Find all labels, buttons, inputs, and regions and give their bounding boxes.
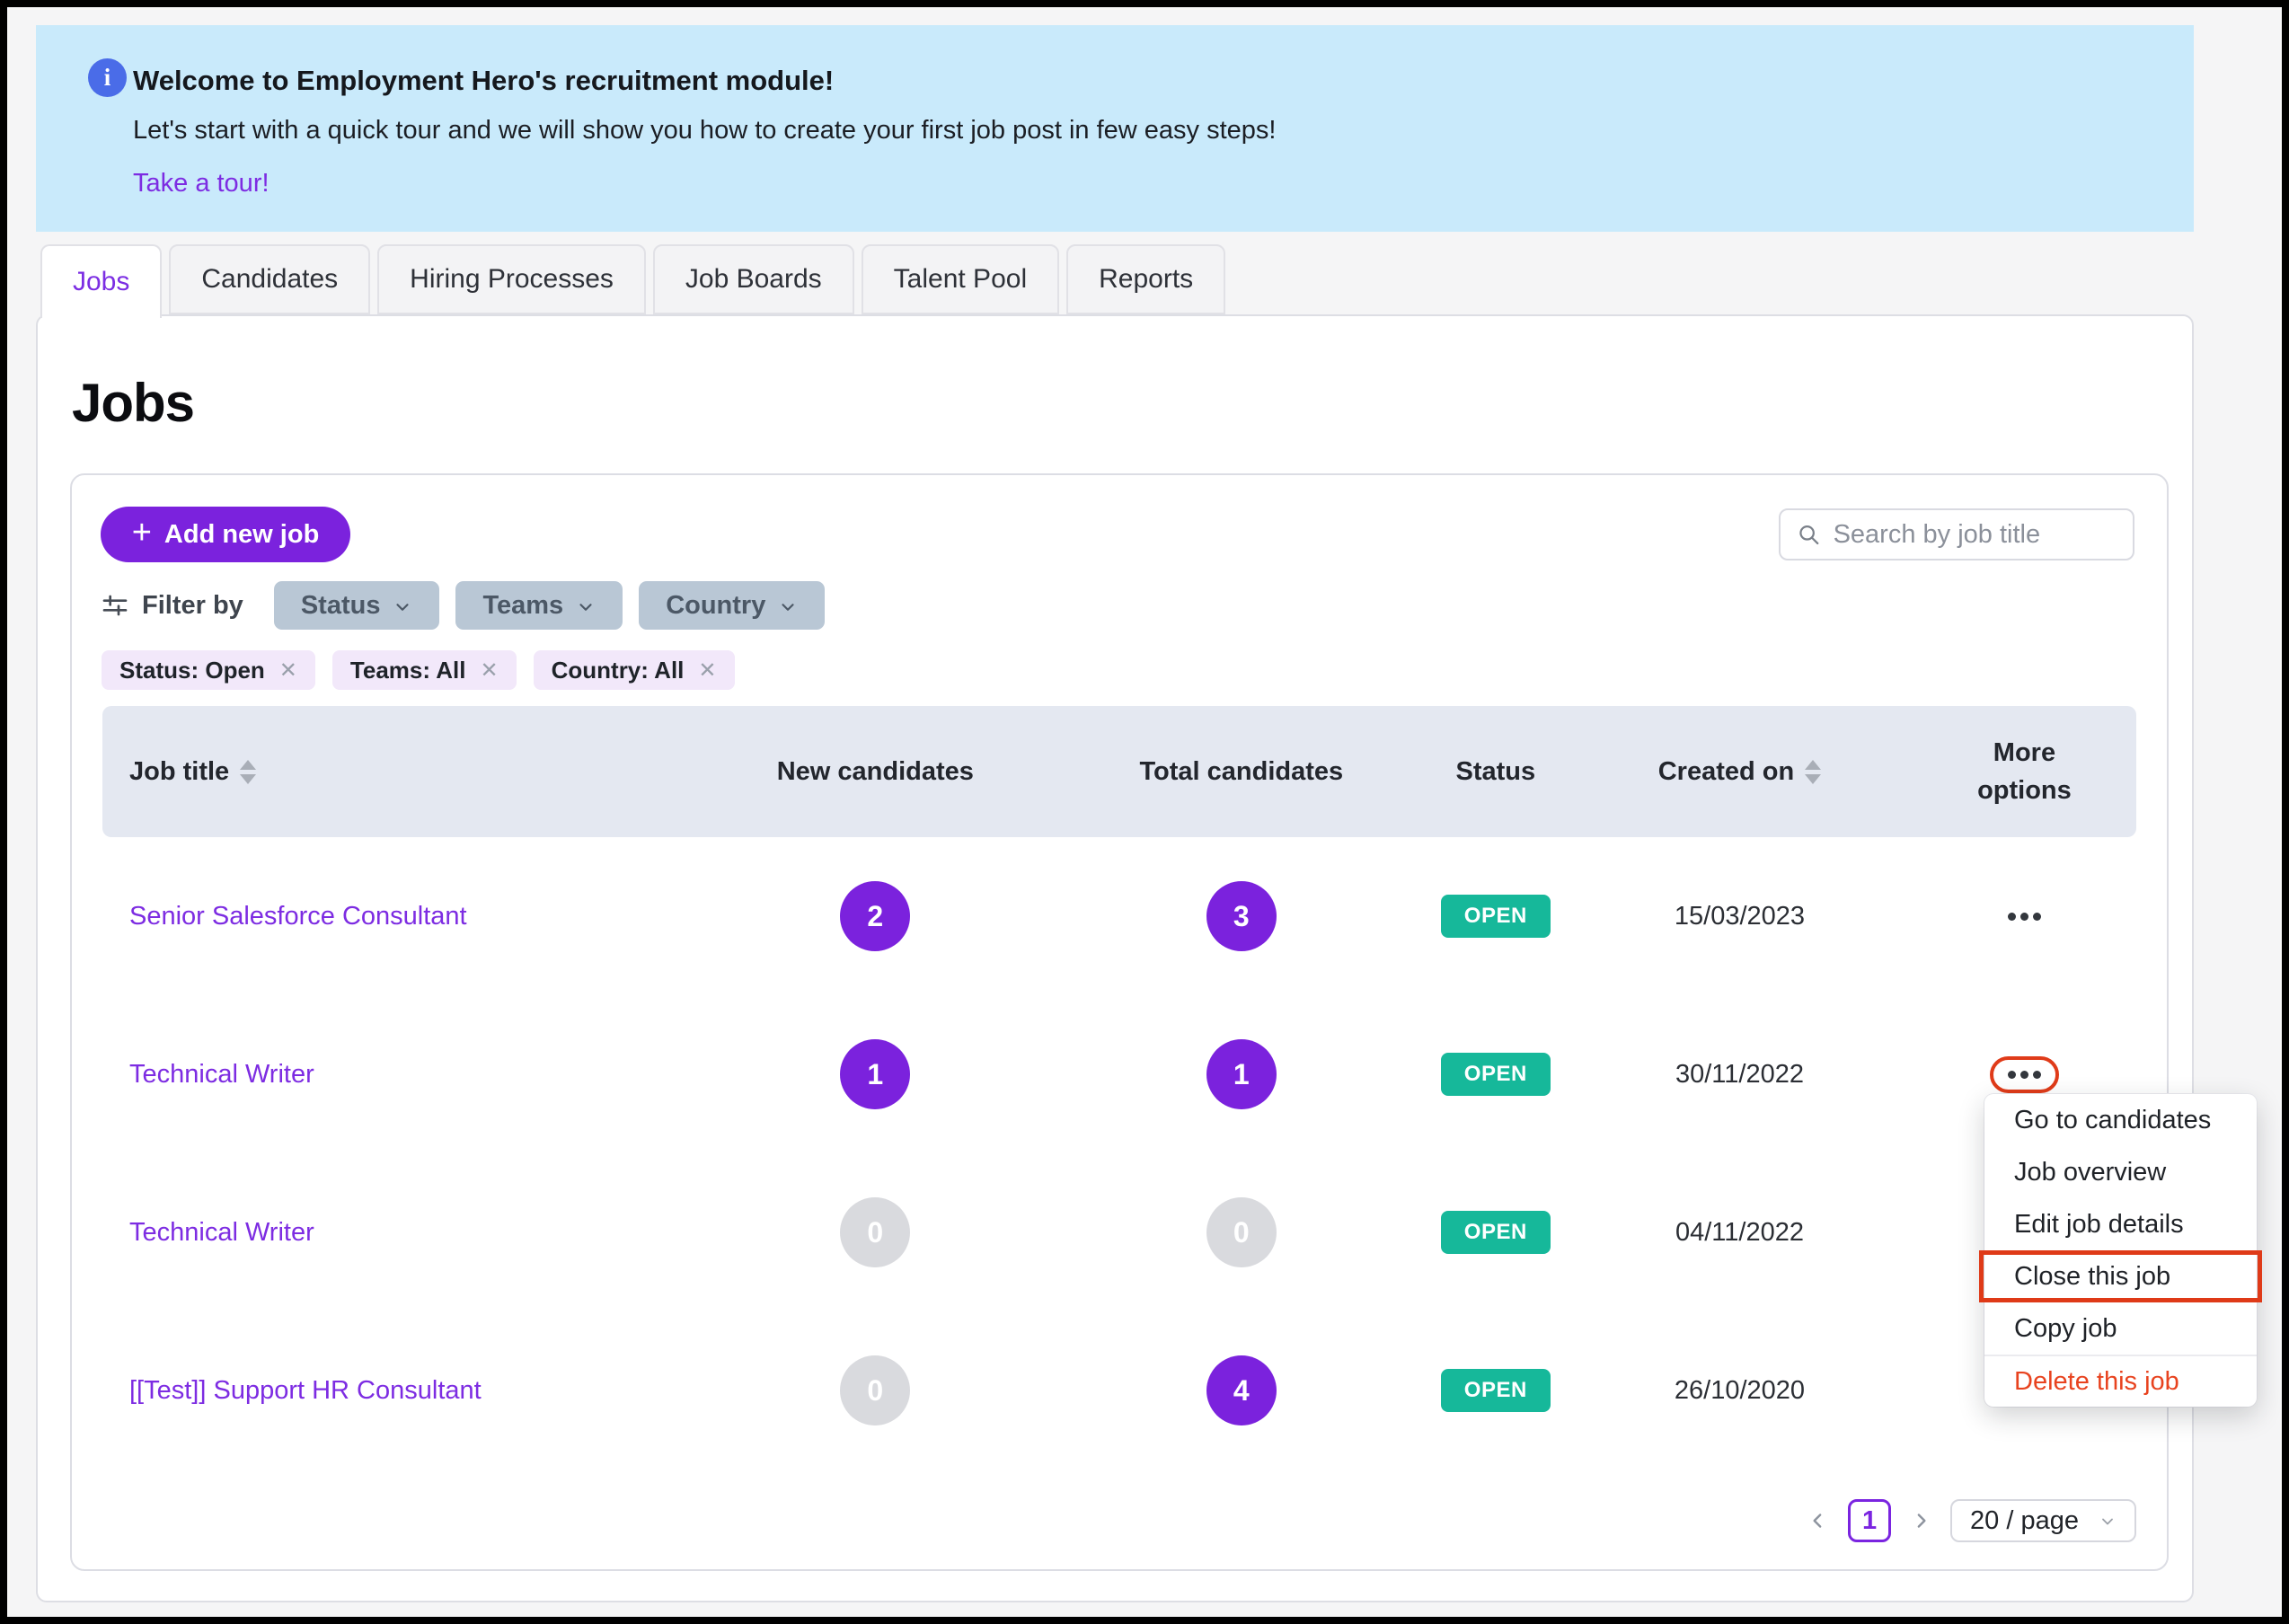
tab-jobs[interactable]: Jobs [40,244,163,318]
search-input[interactable] [1833,519,2117,550]
banner-title: Welcome to Employment Hero's recruitment… [133,65,835,96]
table-row: [[Test]] Support HR Consultant 0 4 OPEN … [102,1311,2136,1470]
page-title: Jobs [72,373,195,433]
chevron-down-icon [782,603,794,611]
tab-reports[interactable]: Reports [1066,244,1226,314]
job-title-link[interactable]: Technical Writer [129,1218,314,1248]
header-status: Status [1455,756,1536,786]
header-more-options: More options [1977,737,2072,805]
job-title-link[interactable]: Technical Writer [129,1060,314,1090]
search-icon [1799,525,1819,545]
job-title-link[interactable]: [[Test]] Support HR Consultant [129,1376,482,1406]
screenshot-frame: i Welcome to Employment Hero's recruitme… [0,0,2289,1624]
total-candidates-badge: 1 [1206,1039,1277,1109]
add-new-job-button[interactable]: + Add new job [101,507,350,562]
status-badge: OPEN [1440,1053,1551,1096]
status-badge: OPEN [1440,895,1551,938]
table-body: Senior Salesforce Consultant 2 3 OPEN 15… [102,837,2136,1470]
country-filter-dropdown[interactable]: Country [639,581,826,630]
next-page-button[interactable] [1909,1509,1932,1532]
jobs-card: + Add new job Filter by [70,473,2169,1571]
filter-row: Filter by Status Teams Country [101,581,841,630]
job-search-box [1779,508,2134,560]
pagination: 1 20 / page [1807,1499,2136,1542]
created-on-date: 04/11/2022 [1675,1217,1804,1247]
new-candidates-badge: 2 [840,881,911,951]
module-tabs: Jobs Candidates Hiring Processes Job Boa… [40,244,1226,318]
chevron-down-icon [2102,1518,2113,1525]
chevron-down-icon [396,603,410,611]
tab-candidates[interactable]: Candidates [169,244,371,314]
more-options-button[interactable] [2007,912,2041,921]
remove-chip-icon[interactable]: ✕ [279,658,297,684]
banner-body: Let's start with a quick tour and we wil… [133,116,1277,145]
total-candidates-badge: 4 [1206,1355,1277,1425]
created-on-date: 30/11/2022 [1675,1059,1804,1089]
chip-teams-all: Teams: All ✕ [331,650,517,690]
status-filter-dropdown[interactable]: Status [273,581,440,630]
header-new-candidates: New candidates [776,756,974,786]
sort-icon [240,759,257,784]
page-number-button[interactable]: 1 [1848,1499,1892,1542]
created-on-date: 26/10/2020 [1674,1375,1806,1405]
more-options-context-menu: Go to candidates Job overview Edit job d… [1979,1094,2262,1407]
tab-hiring-processes[interactable]: Hiring Processes [377,244,646,314]
chip-country-all: Country: All ✕ [533,650,735,690]
table-header: Job title New candidates Total candidate… [102,706,2136,837]
page-size-select[interactable]: 20 / page [1950,1499,2136,1542]
menu-item-delete-this-job[interactable]: Delete this job [1984,1355,2257,1407]
tab-talent-pool[interactable]: Talent Pool [861,244,1060,314]
header-created-on[interactable]: Created on [1567,757,1913,787]
remove-chip-icon[interactable]: ✕ [481,658,499,684]
more-options-button[interactable] [2007,1070,2041,1079]
total-candidates-badge: 3 [1206,881,1277,951]
new-candidates-badge: 1 [840,1039,911,1109]
new-candidates-badge: 0 [840,1197,911,1267]
menu-item-close-this-job[interactable]: Close this job [1979,1250,2262,1302]
recruitment-page: i Welcome to Employment Hero's recruitme… [7,7,2282,1617]
annotation-highlight-ring [1989,1055,2059,1093]
table-row: Technical Writer 0 0 OPEN 04/11/2022 [102,1153,2136,1311]
remove-chip-icon[interactable]: ✕ [698,658,716,684]
welcome-banner: i Welcome to Employment Hero's recruitme… [36,25,2194,232]
status-badge: OPEN [1440,1211,1551,1254]
add-new-job-label: Add new job [164,519,320,549]
created-on-date: 15/03/2023 [1674,901,1806,931]
menu-item-edit-job-details[interactable]: Edit job details [1984,1198,2257,1250]
teams-filter-dropdown[interactable]: Teams [455,581,623,630]
header-total-candidates: Total candidates [1139,756,1344,786]
status-badge: OPEN [1440,1369,1551,1412]
filter-icon [102,595,128,616]
active-filter-chips: Status: Open ✕ Teams: All ✕ Country: All… [102,650,735,690]
header-job-title[interactable]: Job title [102,757,693,787]
chevron-down-icon [579,603,592,611]
plus-icon: + [131,514,152,552]
chip-status-open: Status: Open ✕ [102,650,315,690]
tab-job-boards[interactable]: Job Boards [652,244,854,314]
job-title-link[interactable]: Senior Salesforce Consultant [129,902,467,931]
table-row: Senior Salesforce Consultant 2 3 OPEN 15… [102,837,2136,995]
menu-item-copy-job[interactable]: Copy job [1984,1302,2257,1355]
table-row: Technical Writer 1 1 OPEN 30/11/2022 [102,995,2136,1153]
previous-page-button[interactable] [1807,1509,1830,1532]
new-candidates-badge: 0 [840,1355,911,1425]
take-a-tour-link[interactable]: Take a tour! [133,169,270,199]
total-candidates-badge: 0 [1206,1197,1277,1267]
menu-item-job-overview[interactable]: Job overview [1984,1146,2257,1198]
filter-by-label: Filter by [101,591,243,621]
jobs-tab-panel: Jobs + Add new job Filte [36,314,2194,1602]
sort-icon [1805,759,1822,784]
menu-item-go-to-candidates[interactable]: Go to candidates [1984,1094,2257,1146]
info-icon: i [88,58,127,97]
